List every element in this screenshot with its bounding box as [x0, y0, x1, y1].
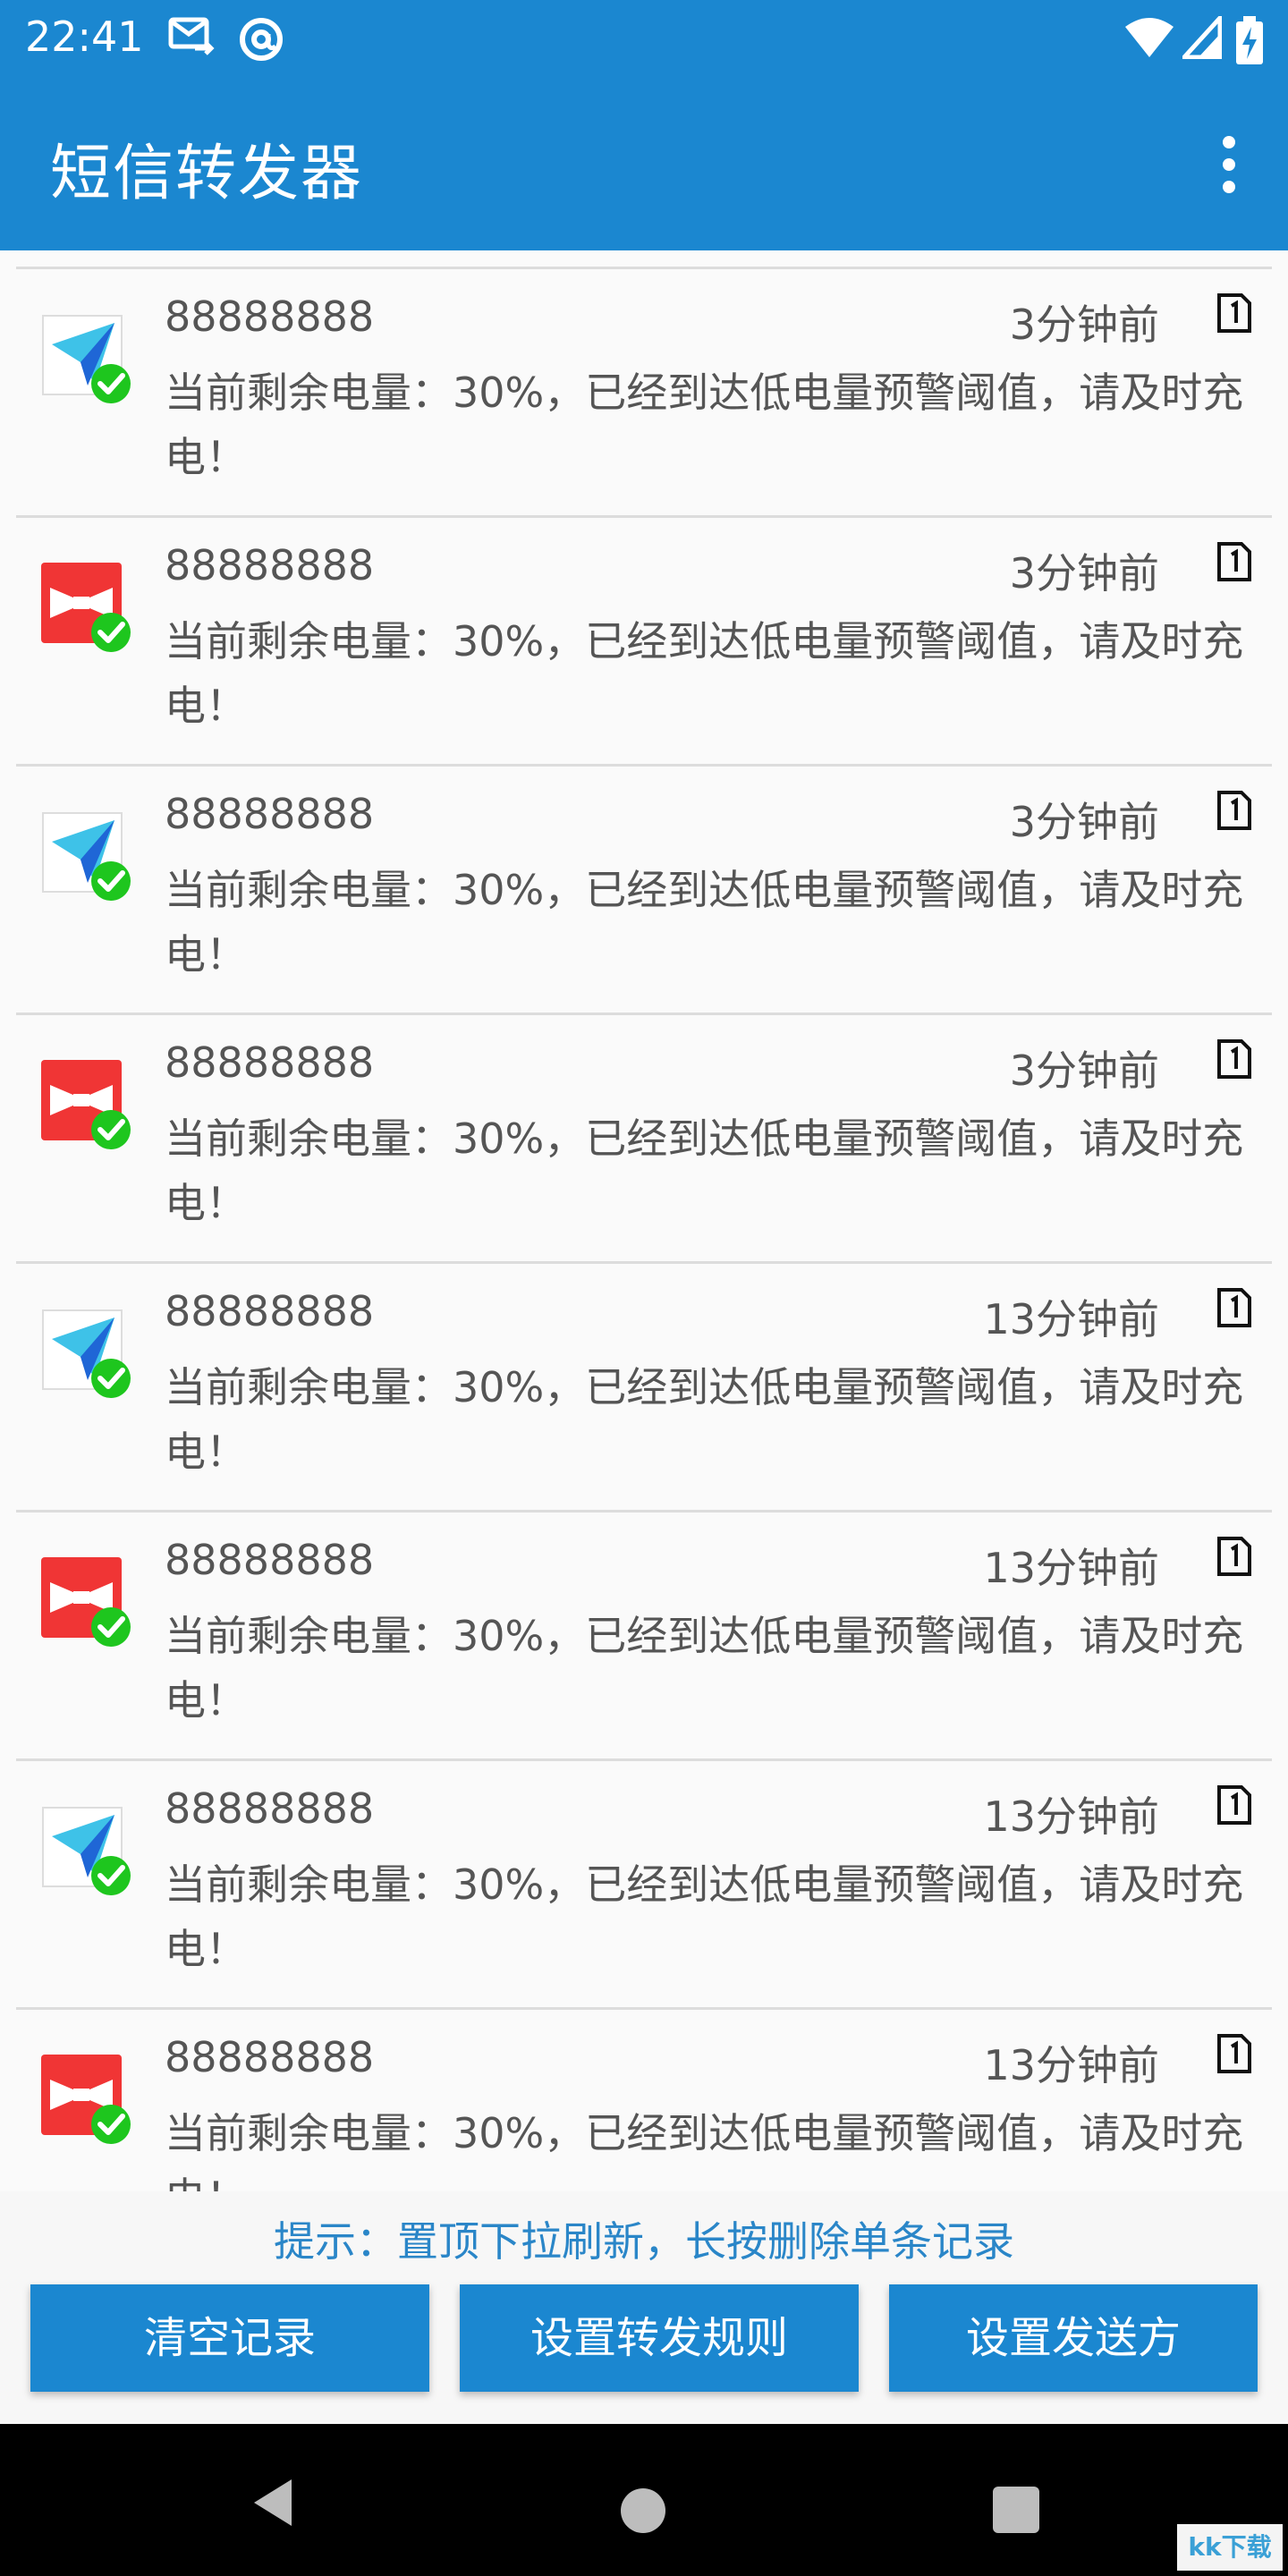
message-time: 3分钟前 — [1009, 549, 1159, 597]
hint-text: 提示：置顶下拉刷新，长按删除单条记录 — [274, 2217, 1014, 2266]
recent-apps-icon[interactable] — [993, 2487, 1039, 2533]
app-title: 短信转发器 — [50, 139, 364, 209]
set-sender-button[interactable]: 设置发送方 — [889, 2284, 1258, 2392]
sender-number: 88888888 — [165, 2033, 375, 2081]
navigation-bar — [0, 2424, 1288, 2576]
red-bow-icon — [41, 1060, 131, 1149]
message-time: 3分钟前 — [1009, 798, 1159, 846]
red-bow-icon — [41, 1557, 131, 1647]
watermark: kk下载 — [1177, 2524, 1283, 2571]
list-item[interactable]: 88888888 3分钟前 当前剩余电量：30%，已经到达低电量预警阈值，请及时… — [16, 764, 1272, 1015]
message-content: 当前剩余电量：30%，已经到达低电量预警阈值，请及时充电！ — [165, 1860, 1244, 1973]
sender-number: 88888888 — [165, 1038, 375, 1087]
message-content: 当前剩余电量：30%，已经到达低电量预警阈值，请及时充电！ — [165, 369, 1244, 481]
sender-number: 88888888 — [165, 541, 375, 589]
sim-card-icon — [1217, 542, 1251, 581]
clear-records-button[interactable]: 清空记录 — [30, 2284, 429, 2392]
red-bow-icon — [41, 2055, 131, 2144]
message-time: 13分钟前 — [983, 1544, 1159, 1592]
list-item[interactable]: 88888888 3分钟前 当前剩余电量：30%，已经到达低电量预警阈值，请及时… — [16, 267, 1272, 518]
sim-card-icon — [1217, 1785, 1251, 1825]
message-list[interactable]: 88888888 3分钟前 当前剩余电量：30%，已经到达低电量预警阈值，请及时… — [0, 250, 1288, 2191]
telegram-plane-icon — [42, 315, 131, 403]
list-item[interactable]: 88888888 3分钟前 当前剩余电量：30%，已经到达低电量预警阈值，请及时… — [16, 1013, 1272, 1264]
sender-number: 88888888 — [165, 1287, 375, 1335]
back-icon[interactable] — [249, 2476, 295, 2529]
overflow-menu-icon[interactable] — [1213, 131, 1245, 199]
list-item[interactable]: 88888888 13分钟前 当前剩余电量：30%，已经到达低电量预警阈值，请及… — [16, 1510, 1272, 1761]
sim-card-icon — [1217, 1039, 1251, 1079]
message-content: 当前剩余电量：30%，已经到达低电量预警阈值，请及时充电！ — [165, 1114, 1244, 1227]
sim-card-icon — [1217, 1288, 1251, 1327]
message-time: 13分钟前 — [983, 2041, 1159, 2089]
sim-card-icon — [1217, 2034, 1251, 2073]
sender-number: 88888888 — [165, 292, 375, 341]
message-time: 13分钟前 — [983, 1792, 1159, 1841]
sender-number: 88888888 — [165, 1784, 375, 1833]
wifi-icon — [1125, 18, 1174, 57]
status-time: 22:41 — [25, 13, 144, 61]
message-content: 当前剩余电量：30%，已经到达低电量预警阈值，请及时充电！ — [165, 2109, 1244, 2191]
at-icon — [240, 18, 283, 61]
telegram-plane-icon — [42, 812, 131, 901]
message-content: 当前剩余电量：30%，已经到达低电量预警阈值，请及时充电！ — [165, 1612, 1244, 1724]
sim-card-icon — [1217, 1537, 1251, 1576]
app-bar: 短信转发器 — [0, 79, 1288, 250]
list-item[interactable]: 88888888 13分钟前 当前剩余电量：30%，已经到达低电量预警阈值，请及… — [16, 2007, 1272, 2191]
sim-card-icon — [1217, 293, 1251, 333]
mail-forward-icon — [168, 17, 215, 55]
message-time: 3分钟前 — [1009, 1046, 1159, 1095]
telegram-plane-icon — [42, 1309, 131, 1398]
home-icon[interactable] — [621, 2488, 665, 2533]
message-content: 当前剩余电量：30%，已经到达低电量预警阈值，请及时充电！ — [165, 866, 1244, 979]
sim-card-icon — [1217, 791, 1251, 830]
list-item[interactable]: 88888888 3分钟前 当前剩余电量：30%，已经到达低电量预警阈值，请及时… — [16, 515, 1272, 767]
sender-number: 88888888 — [165, 1536, 375, 1584]
signal-icon — [1182, 16, 1222, 59]
sender-number: 88888888 — [165, 790, 375, 838]
telegram-plane-icon — [42, 1807, 131, 1895]
message-content: 当前剩余电量：30%，已经到达低电量预警阈值，请及时充电！ — [165, 617, 1244, 730]
list-item[interactable]: 88888888 13分钟前 当前剩余电量：30%，已经到达低电量预警阈值，请及… — [16, 1261, 1272, 1513]
set-forward-rules-button[interactable]: 设置转发规则 — [460, 2284, 859, 2392]
list-item[interactable]: 88888888 13分钟前 当前剩余电量：30%，已经到达低电量预警阈值，请及… — [16, 1758, 1272, 2010]
status-bar: 22:41 — [0, 0, 1288, 79]
red-bow-icon — [41, 563, 131, 652]
message-time: 13分钟前 — [983, 1295, 1159, 1343]
message-time: 3分钟前 — [1009, 301, 1159, 349]
battery-charging-icon — [1236, 16, 1263, 64]
message-content: 当前剩余电量：30%，已经到达低电量预警阈值，请及时充电！ — [165, 1363, 1244, 1476]
